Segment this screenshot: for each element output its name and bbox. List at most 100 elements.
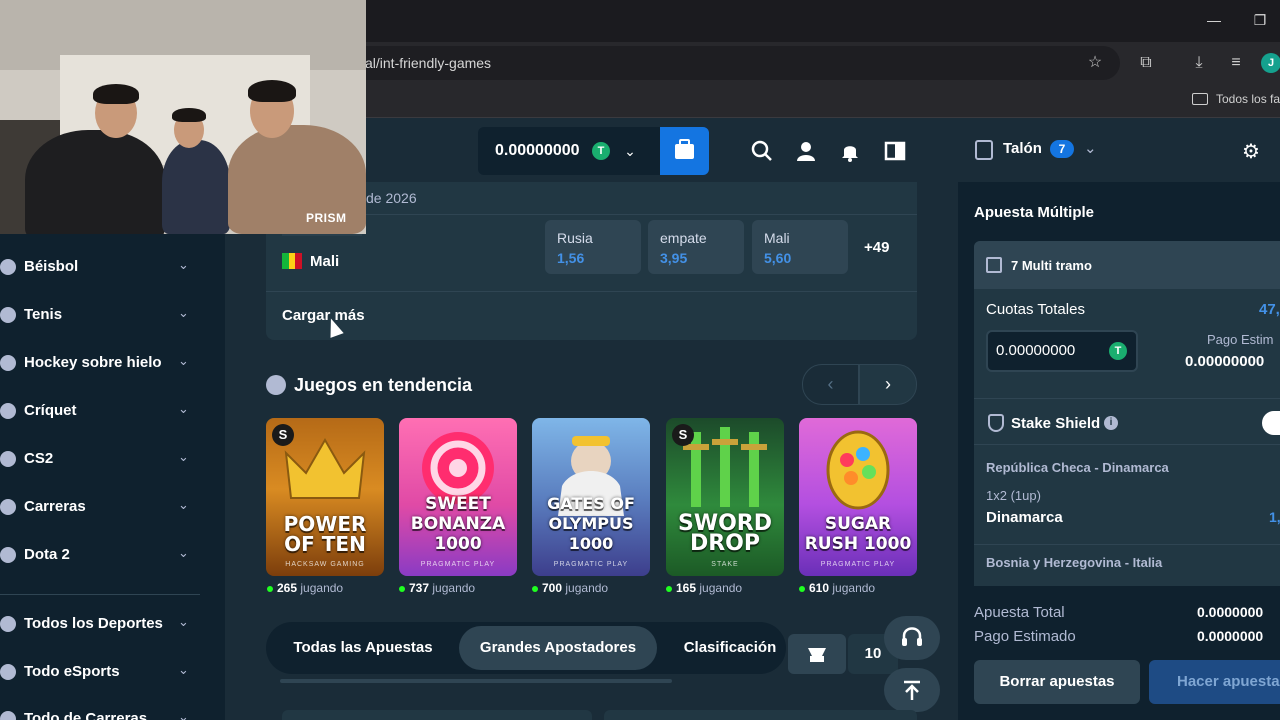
selection-pick: Dinamarca [986,509,1063,526]
search-icon[interactable] [750,139,774,163]
betslip-title[interactable]: Talón [1003,140,1042,157]
download-icon[interactable]: ⤓ [1188,52,1210,74]
more-markets-link[interactable]: +49 [864,239,889,256]
game-provider: PRAGMATIC PLAY [420,561,496,568]
bets-table-header [282,710,592,720]
divider [266,291,917,292]
candy-jar-icon [826,430,890,510]
bookmark-all[interactable]: Todos los fa [1216,92,1280,106]
media-icon[interactable]: ≡ [1225,52,1247,74]
carousel-next-button[interactable]: › [859,364,917,405]
person-middle-hair [172,108,206,122]
sidebar-item-label: Carreras [24,498,86,515]
tab-leaderboard[interactable]: Clasificación [670,626,790,670]
tabs-scrollbar[interactable] [280,679,672,683]
scroll-top-button[interactable] [884,668,940,712]
game-provider: PRAGMATIC PLAY [553,561,629,568]
sidebar-item-label: Todo eSports [24,663,120,680]
stake-value[interactable]: 0.00000000 [996,342,1075,359]
sidebar-item-baseball[interactable]: Béisbol ⌄ [0,248,200,288]
sidebar-item-all-esports[interactable]: Todo eSports ⌄ [0,653,200,693]
total-odds-value: 47, [1259,301,1280,318]
chevron-down-icon[interactable]: ⌄ [1084,139,1097,157]
prism-watermark: PRISM [306,211,347,225]
chevron-down-icon[interactable]: ⌄ [618,139,642,163]
person-right-hair [248,80,296,102]
sidebar-item-label: CS2 [24,450,54,467]
restore-icon[interactable]: ❐ [1250,10,1270,30]
filter-button[interactable] [788,634,846,674]
game-tile-sugar-rush[interactable]: SUGAR RUSH 1000 PRAGMATIC PLAY [799,418,917,576]
selection-event[interactable]: Bosnia y Herzegovina - Italia [986,555,1162,570]
sidebar-toggle-icon[interactable] [883,139,907,163]
divider [974,544,1280,545]
game-tile-gates-of-olympus[interactable]: GATES OF OLYMPUS 1000 PRAGMATIC PLAY [532,418,650,576]
sidebar-item-all-racing[interactable]: Todo de Carreras ⌄ [0,700,200,720]
cs2-icon [0,451,16,467]
extensions-icon[interactable]: ⧉ [1135,52,1157,74]
odd-value: 3,95 [660,250,688,266]
clear-bets-button[interactable]: Borrar apuestas [974,660,1140,704]
hockey-icon [0,355,16,371]
game-title: SUGAR RUSH 1000 [804,514,912,554]
profile-avatar[interactable]: J [1261,53,1280,73]
sidebar-item-tennis[interactable]: Tenis ⌄ [0,296,200,336]
sidebar-item-all-sports[interactable]: Todos los Deportes ⌄ [0,605,200,645]
esports-icon [0,664,16,680]
total-bet-label: Apuesta Total [974,604,1065,621]
info-icon[interactable]: i [1104,416,1118,430]
multi-bet-card [974,241,1280,586]
chevron-down-icon: ⌄ [178,401,189,416]
chevron-down-icon: ⌄ [178,709,189,720]
odd-button-draw[interactable]: empate 3,95 [648,220,744,274]
game-tile-sweet-bonanza[interactable]: SWEET BONANZA 1000 PRAGMATIC PLAY [399,418,517,576]
tab-all-bets[interactable]: Todas las Apuestas [276,626,450,670]
shield-icon [988,414,1004,432]
wallet-button[interactable] [660,127,709,175]
bet-type-label: Apuesta Múltiple [974,204,1095,221]
place-bet-button[interactable]: Hacer apuesta [1149,660,1280,704]
stake-original-badge: S [272,424,294,446]
person-left [25,130,165,234]
game-title: GATES OF OLYMPUS 1000 [547,494,635,553]
sidebar-item-ice-hockey[interactable]: Hockey sobre hielo ⌄ [0,344,200,384]
balance-value: 0.00000000 [495,142,580,159]
support-button[interactable] [884,616,940,660]
sidebar-item-cs2[interactable]: CS2 ⌄ [0,440,200,480]
selection-event[interactable]: República Checa - Dinamarca [986,460,1169,475]
players-count: 165 jugando [666,581,742,595]
sidebar-item-racing[interactable]: Carreras ⌄ [0,488,200,528]
sidebar-item-cricket[interactable]: Críquet ⌄ [0,392,200,432]
folder-icon [1192,93,1208,105]
sidebar-item-dota2[interactable]: Dota 2 ⌄ [0,536,200,576]
person-left-hair [93,84,139,104]
load-more-button[interactable]: Cargar más [282,307,365,324]
baseball-icon [0,259,16,275]
url-text[interactable]: al/int-friendly-games [365,55,491,71]
carousel-prev-button[interactable]: ‹ [802,364,859,405]
racing-icon [0,711,16,720]
odd-value: 5,60 [764,250,792,266]
stake-shield-label: Stake Shield [1011,415,1101,432]
game-tile-power-of-ten[interactable]: S POWER OF TEN HACKSAW GAMING [266,418,384,576]
user-icon[interactable] [794,139,818,163]
game-tile-sword-drop[interactable]: S SWORD DROP STAKE [666,418,784,576]
chevron-down-icon: ⌄ [178,257,189,272]
wallet-icon [675,139,694,159]
sidebar-divider [0,594,200,595]
odd-button-home[interactable]: Rusia 1,56 [545,220,641,274]
star-icon[interactable]: ☆ [1084,52,1106,74]
sidebar-item-label: Dota 2 [24,546,70,563]
game-title: SWORD DROP [677,511,772,556]
arrow-up-icon [904,680,920,700]
minimize-icon[interactable]: — [1204,10,1224,30]
tab-high-rollers[interactable]: Grandes Apostadores [459,626,657,670]
odd-button-away[interactable]: Mali 5,60 [752,220,848,274]
sidebar-item-label: Hockey sobre hielo [24,354,162,371]
gear-icon[interactable]: ⚙ [1242,139,1260,164]
stake-shield-toggle[interactable] [1262,411,1280,435]
est-payout-label: Pago Estimado [974,628,1076,645]
notifications-icon[interactable] [838,139,862,163]
sidebar-item-label: Todo de Carreras [24,710,148,720]
players-count: 265 jugando [267,581,343,595]
